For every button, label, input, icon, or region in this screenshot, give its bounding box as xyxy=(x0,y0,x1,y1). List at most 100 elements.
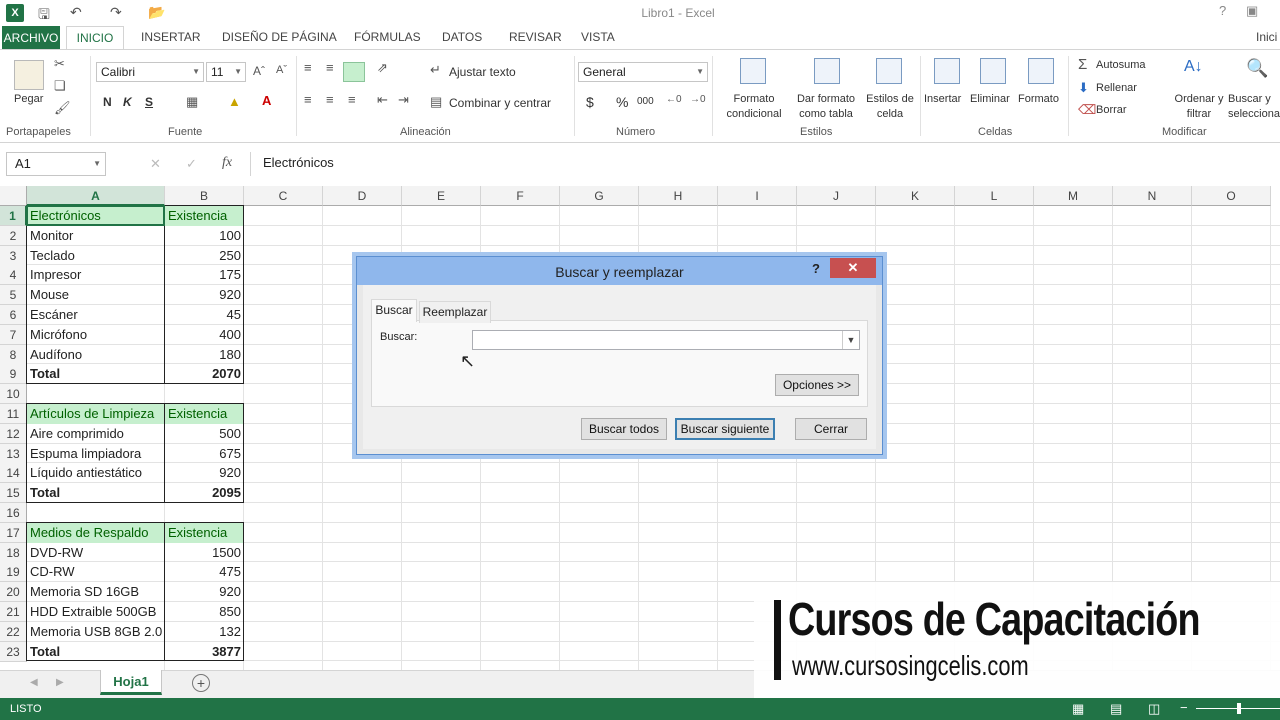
cell-styles-button[interactable]: Estilos de celda xyxy=(862,92,918,122)
conditional-format-icon[interactable] xyxy=(740,58,766,84)
shrink-font-icon[interactable]: Aˇ xyxy=(276,64,287,76)
find-all-button[interactable]: Buscar todos xyxy=(581,418,667,440)
paste-label[interactable]: Pegar xyxy=(14,92,43,107)
decrease-indent-icon[interactable]: ⇤ xyxy=(377,92,388,108)
dialog-help-button[interactable]: ? xyxy=(812,261,820,276)
tab-formulas[interactable]: FÓRMULAS xyxy=(354,30,421,44)
format-painter-icon[interactable]: 🖌 xyxy=(54,100,71,116)
format-as-table-icon[interactable] xyxy=(814,58,840,84)
normal-view-icon[interactable]: ▦ xyxy=(1072,701,1084,717)
tab-reemplazar[interactable]: Reemplazar xyxy=(419,301,491,323)
find-next-button[interactable]: Buscar siguiente xyxy=(675,418,775,440)
row-header-13[interactable]: 13 xyxy=(0,443,27,464)
column-header-c[interactable]: C xyxy=(244,186,323,206)
align-right-icon[interactable]: ≡ xyxy=(348,92,356,107)
next-sheet-icon[interactable]: ▶ xyxy=(56,677,64,688)
column-header-f[interactable]: F xyxy=(481,186,560,206)
row-header-20[interactable]: 20 xyxy=(0,582,27,603)
format-cells-icon[interactable] xyxy=(1028,58,1054,84)
row-header-4[interactable]: 4 xyxy=(0,265,27,286)
prev-sheet-icon[interactable]: ◀ xyxy=(30,677,38,688)
merge-center-button[interactable]: Combinar y centrar xyxy=(449,96,551,110)
merge-icon[interactable]: ▤ xyxy=(430,94,442,110)
wrap-text-button[interactable]: Ajustar texto xyxy=(449,65,516,79)
column-header-b[interactable]: B xyxy=(165,186,244,206)
row-header-8[interactable]: 8 xyxy=(0,344,27,365)
align-top-icon[interactable]: ≡ xyxy=(304,60,312,75)
grow-font-icon[interactable]: Aˆ xyxy=(253,64,265,78)
select-all-corner[interactable] xyxy=(0,186,27,206)
autosum-icon[interactable]: Σ xyxy=(1078,56,1087,73)
dialog-close-button[interactable]: ✕ xyxy=(830,258,876,278)
new-sheet-button[interactable]: + xyxy=(192,674,210,692)
tab-archivo[interactable]: ARCHIVO xyxy=(2,26,60,50)
insert-cells-button[interactable]: Insertar xyxy=(924,92,961,107)
page-break-icon[interactable]: ◫ xyxy=(1148,701,1160,717)
row-header-9[interactable]: 9 xyxy=(0,364,27,385)
tab-datos[interactable]: DATOS xyxy=(442,30,482,44)
font-color-icon[interactable]: A xyxy=(262,93,271,108)
format-as-table-button[interactable]: Dar formato como tabla xyxy=(792,92,860,122)
bold-button[interactable]: N xyxy=(103,95,112,109)
delete-cells-button[interactable]: Eliminar xyxy=(970,92,1010,107)
paste-icon[interactable] xyxy=(14,60,44,90)
insert-cells-icon[interactable] xyxy=(934,58,960,84)
decrease-decimal-icon[interactable]: →0 xyxy=(690,94,706,105)
row-header-5[interactable]: 5 xyxy=(0,285,27,306)
tab-insertar[interactable]: INSERTAR xyxy=(141,30,201,44)
ribbon-display-icon[interactable]: ▣ xyxy=(1246,3,1258,19)
row-header-14[interactable]: 14 xyxy=(0,463,27,484)
zoom-out-icon[interactable]: − xyxy=(1180,700,1188,715)
insert-function-icon[interactable]: fx xyxy=(222,155,232,171)
clear-icon[interactable]: ⌫ xyxy=(1078,102,1096,118)
row-header-17[interactable]: 17 xyxy=(0,522,27,543)
fill-color-icon[interactable]: ▲ xyxy=(228,94,241,109)
orientation-icon[interactable]: ⇗ xyxy=(377,60,388,76)
clear-button[interactable]: Borrar xyxy=(1096,103,1127,118)
row-header-11[interactable]: 11 xyxy=(0,404,27,424)
conditional-format-button[interactable]: Formato condicional xyxy=(718,92,790,122)
font-name-select[interactable]: Calibri ▼ xyxy=(96,62,204,82)
column-header-o[interactable]: O xyxy=(1192,186,1271,206)
fill-icon[interactable]: ⬇ xyxy=(1078,80,1089,96)
align-center-icon[interactable]: ≡ xyxy=(326,92,334,107)
row-header-3[interactable]: 3 xyxy=(0,245,27,266)
close-button[interactable]: Cerrar xyxy=(795,418,867,440)
help-icon[interactable]: ? xyxy=(1219,3,1226,18)
align-left-icon[interactable]: ≡ xyxy=(304,92,312,107)
row-header-6[interactable]: 6 xyxy=(0,305,27,325)
wrap-text-icon[interactable]: ↵ xyxy=(430,62,441,78)
fill-button[interactable]: Rellenar xyxy=(1096,81,1137,96)
sheet-tab-hoja1[interactable]: Hoja1 xyxy=(100,670,162,695)
column-header-i[interactable]: I xyxy=(718,186,797,206)
find-history-dropdown[interactable]: ▼ xyxy=(842,331,859,349)
name-box[interactable]: A1 ▼ xyxy=(6,152,106,176)
tab-buscar[interactable]: Buscar xyxy=(371,299,417,322)
autosum-button[interactable]: Autosuma xyxy=(1096,58,1146,73)
borders-icon[interactable]: ▦ xyxy=(186,94,198,110)
column-header-k[interactable]: K xyxy=(876,186,955,206)
zoom-slider-thumb[interactable] xyxy=(1237,703,1241,714)
row-header-19[interactable]: 19 xyxy=(0,562,27,583)
page-layout-icon[interactable]: ▤ xyxy=(1110,701,1122,717)
row-header-10[interactable]: 10 xyxy=(0,384,27,405)
column-header-h[interactable]: H xyxy=(639,186,718,206)
row-header-1[interactable]: 1 xyxy=(0,206,27,226)
number-format-select[interactable]: General ▼ xyxy=(578,62,708,82)
row-header-16[interactable]: 16 xyxy=(0,503,27,523)
column-header-m[interactable]: M xyxy=(1034,186,1113,206)
tab-revisar[interactable]: REVISAR xyxy=(509,30,562,44)
row-header-7[interactable]: 7 xyxy=(0,324,27,345)
increase-indent-icon[interactable]: ⇥ xyxy=(398,92,409,108)
percent-button[interactable]: % xyxy=(616,94,628,110)
find-select-button[interactable]: Buscar y selecciona xyxy=(1228,92,1280,122)
tab-diseno-pagina[interactable]: DISEÑO DE PÁGINA xyxy=(222,30,337,44)
options-button[interactable]: Opciones >> xyxy=(775,374,859,396)
thousands-button[interactable]: 000 xyxy=(637,96,654,107)
currency-button[interactable]: $ xyxy=(586,94,594,110)
sort-filter-button[interactable]: Ordenar y filtrar xyxy=(1170,92,1228,122)
row-header-21[interactable]: 21 xyxy=(0,602,27,622)
underline-button[interactable]: S xyxy=(145,95,153,109)
row-header-23[interactable]: 23 xyxy=(0,641,27,662)
row-header-15[interactable]: 15 xyxy=(0,483,27,504)
